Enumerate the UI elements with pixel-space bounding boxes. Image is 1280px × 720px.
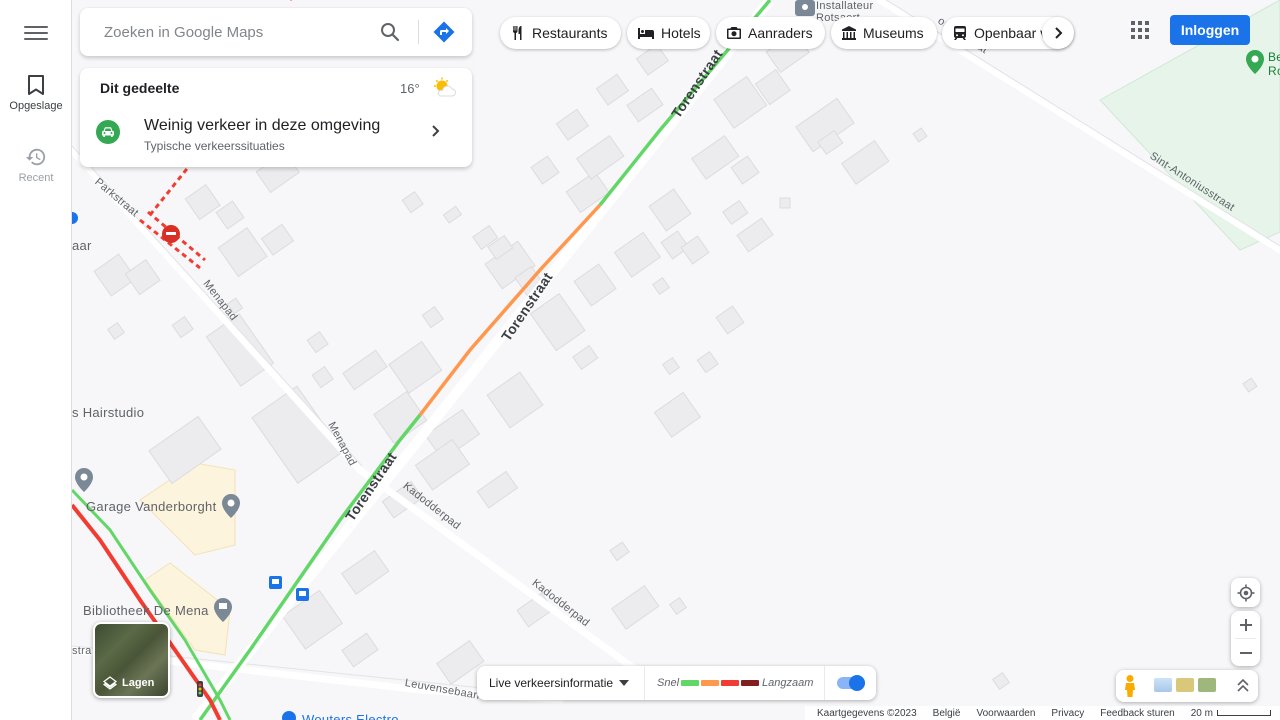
poi-bibliotheek[interactable]: Bibliotheek De Mena [83, 603, 209, 618]
my-location-icon [1237, 584, 1254, 601]
legend-fast-label: Snel [657, 677, 680, 689]
country-link[interactable]: België [933, 708, 961, 719]
chip-hotels[interactable]: Hotels [627, 17, 710, 49]
traffic-toggle[interactable] [837, 675, 865, 691]
bed-icon [638, 28, 654, 39]
legend-slow-label: Langzaam [762, 677, 814, 689]
map-footer: Kaartgegevens ©2023 België Voorwaarden P… [805, 706, 1280, 720]
imagery-strip [1116, 670, 1258, 702]
area-title: Dit gedeelte [100, 80, 180, 96]
traffic-subtitle: Typische verkeerssituaties [144, 139, 285, 153]
recent-button[interactable]: Recent [0, 146, 72, 184]
layers-icon [103, 676, 117, 690]
street-view-thumbnail[interactable] [1154, 678, 1172, 692]
chevron-right-icon [430, 124, 442, 143]
traffic-legend: Live verkeersinformatie Snel Langzaam [477, 666, 876, 700]
privacy-link[interactable]: Privacy [1051, 708, 1084, 719]
chips-next-button[interactable] [1042, 17, 1074, 49]
area-info-card: Dit gedeelte 16° Weinig verkeer in deze … [80, 68, 472, 167]
poi-wouters[interactable]: Wouters Electro [302, 712, 399, 720]
terrain-thumbnail[interactable] [1198, 678, 1216, 692]
directions-icon[interactable] [432, 20, 456, 44]
layers-button[interactable]: Lagen [93, 622, 170, 698]
car-icon [96, 120, 120, 144]
zoom-out-button[interactable] [1231, 639, 1260, 666]
saved-button[interactable]: Opgeslage [0, 74, 72, 112]
chip-museums[interactable]: Museums [831, 17, 937, 49]
search-divider [418, 20, 419, 44]
camera-icon [727, 27, 741, 39]
saved-label: Opgeslage [9, 100, 63, 112]
search-icon[interactable] [378, 20, 402, 44]
partly-cloudy-icon [430, 77, 456, 104]
temperature: 16° [400, 81, 420, 96]
legend-divider [824, 666, 825, 700]
live-traffic-dropdown[interactable]: Live verkeersinformatie [489, 676, 630, 690]
bookmark-icon [28, 75, 44, 95]
zoom-controls [1231, 611, 1260, 666]
pegman-icon[interactable] [1122, 674, 1138, 698]
legend-color-fast [681, 680, 699, 686]
minus-icon [1239, 651, 1252, 654]
copyright-text: Kaartgegevens ©2023 [817, 707, 917, 719]
login-button[interactable]: Inloggen [1170, 15, 1250, 45]
recent-label: Recent [18, 172, 54, 184]
satellite-thumbnail[interactable] [1176, 678, 1194, 692]
terms-link[interactable]: Voorwaarden [976, 708, 1035, 719]
train-icon [954, 26, 966, 40]
chevron-right-icon [1055, 27, 1063, 39]
menu-icon[interactable] [24, 22, 48, 42]
apps-grid-icon[interactable] [1131, 21, 1149, 39]
poi-garage[interactable]: Garage Vanderborght [86, 499, 217, 514]
poi-partial: aar [72, 238, 92, 253]
chip-restaurants[interactable]: Restaurants [500, 17, 621, 49]
chip-aanraders[interactable]: Aanraders [716, 17, 825, 49]
legend-color-slow [721, 680, 739, 686]
street-label-partial: stra [72, 645, 92, 657]
legend-divider [644, 666, 645, 700]
caret-down-icon [619, 680, 630, 686]
zoom-in-button[interactable] [1231, 611, 1260, 638]
scale-bar[interactable]: 20 m [1191, 708, 1271, 719]
museum-icon [842, 26, 856, 40]
legend-color-medium [701, 680, 719, 686]
left-rail: Opgeslage Recent [0, 0, 72, 720]
poi-park-partial[interactable]: Be Ro [1268, 50, 1280, 78]
traffic-title: Weinig verkeer in deze omgeving [144, 117, 381, 134]
my-location-button[interactable] [1231, 578, 1260, 607]
search-box [80, 8, 472, 56]
layers-label: Lagen [103, 676, 154, 690]
legend-color-very-slow [741, 680, 759, 686]
fork-knife-icon [512, 26, 522, 40]
traffic-summary-row[interactable]: Weinig verkeer in deze omgeving Typische… [80, 108, 472, 164]
history-icon [25, 148, 46, 166]
expand-icon[interactable] [1236, 678, 1250, 694]
search-input[interactable] [104, 20, 374, 44]
plus-icon [1239, 618, 1252, 631]
poi-hairstudio[interactable]: s Hairstudio [72, 405, 144, 420]
feedback-link[interactable]: Feedback sturen [1100, 708, 1175, 719]
